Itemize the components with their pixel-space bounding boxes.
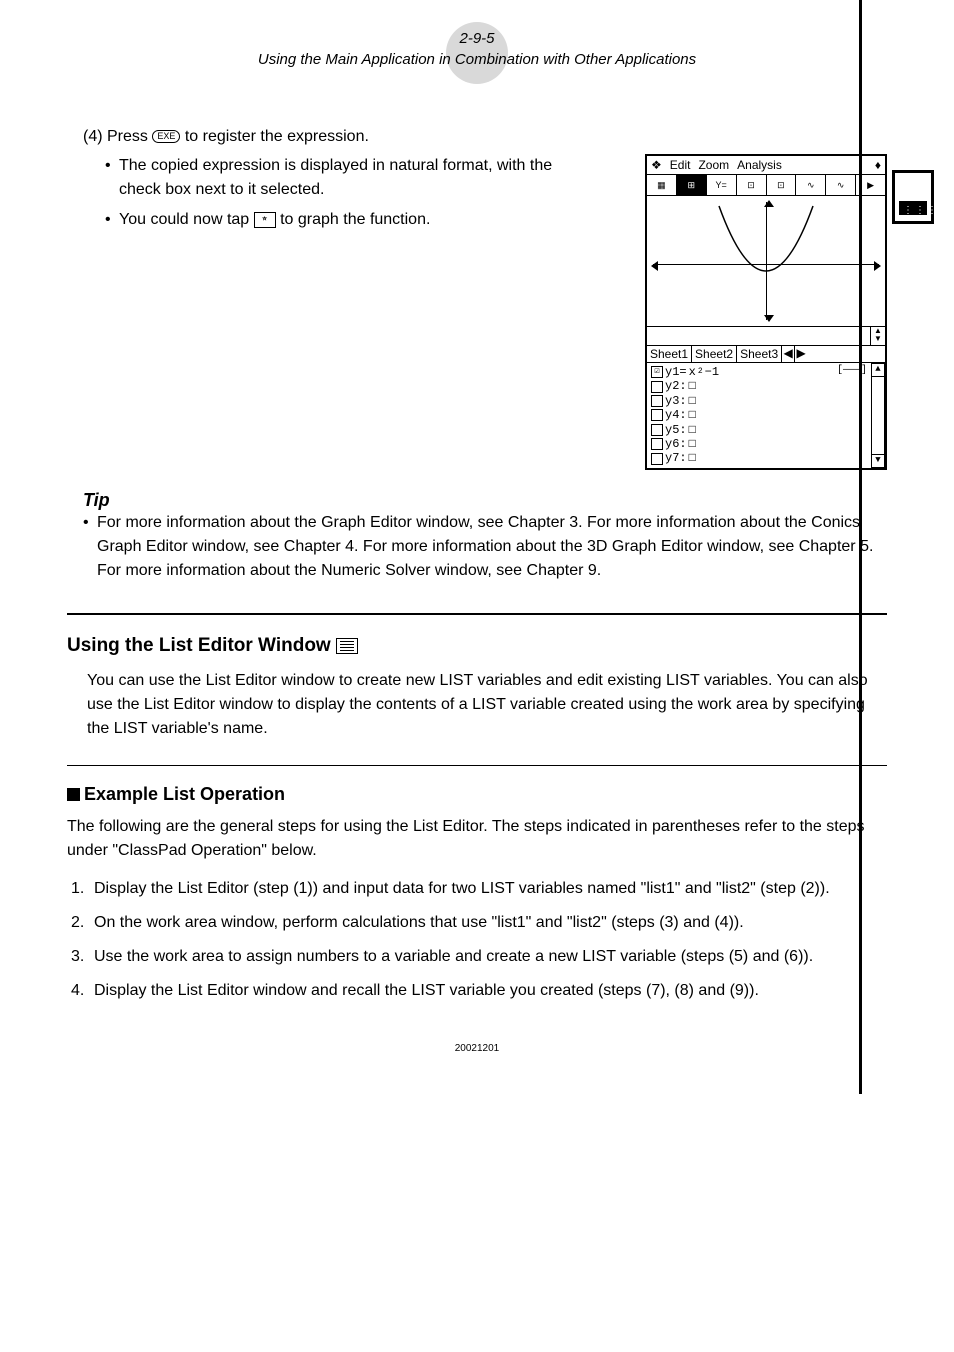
- tab-next-icon[interactable]: ▶: [795, 346, 807, 362]
- toolbar-btn-3[interactable]: Y=: [707, 175, 737, 195]
- exe-key-icon: EXE: [152, 130, 180, 143]
- toolbar-scroll-icon[interactable]: ▶: [856, 175, 885, 195]
- graph-button-icon: [254, 212, 276, 228]
- equation-list: ▲ ▼ [———] ☑ y1=x2−1 y2: □ y3: □ y4: □ y5…: [647, 363, 885, 468]
- input-field[interactable]: [647, 327, 871, 345]
- graph-area[interactable]: [647, 196, 885, 327]
- checkbox-icon[interactable]: [651, 453, 663, 465]
- tip-body: For more information about the Graph Edi…: [83, 511, 887, 583]
- toolbar-btn-1[interactable]: ▦: [647, 175, 677, 195]
- step-4-bullet-1: The copied expression is displayed in na…: [105, 154, 579, 202]
- line-style-icon[interactable]: [———]: [837, 365, 867, 377]
- eq-row-y4[interactable]: y4: □: [651, 408, 881, 422]
- scroll-up-icon[interactable]: ▲: [871, 363, 885, 377]
- toolbar-btn-4[interactable]: ⊡: [737, 175, 767, 195]
- toolbar-btn-7[interactable]: ∿: [826, 175, 856, 195]
- scroll-down-icon[interactable]: ▼: [871, 454, 885, 468]
- footer-code: 20021201: [67, 1043, 887, 1054]
- tab-sheet1[interactable]: Sheet1: [647, 346, 692, 362]
- tab-prev-icon[interactable]: ◀: [782, 346, 795, 362]
- menu-analysis[interactable]: Analysis: [737, 158, 782, 172]
- example-heading: Example List Operation: [67, 784, 887, 805]
- menu-edit[interactable]: Edit: [670, 158, 691, 172]
- example-steps: 1.Display the List Editor (step (1)) and…: [67, 877, 887, 1003]
- checkbox-icon[interactable]: [651, 381, 663, 393]
- square-bullet-icon: [67, 788, 80, 801]
- example-step-2: 2.On the work area window, perform calcu…: [89, 911, 887, 935]
- input-row: ▲▼: [647, 327, 885, 346]
- toolbar-btn-2[interactable]: ⊞: [677, 175, 707, 195]
- menu-more-icon[interactable]: ♦: [875, 158, 881, 172]
- scrollbar[interactable]: [871, 376, 885, 455]
- eq-row-y2[interactable]: y2: □: [651, 379, 881, 393]
- toolbar: ▦ ⊞ Y= ⊡ ⊡ ∿ ∿ ▶: [647, 175, 885, 196]
- menubar: ❖ Edit Zoom Analysis ♦: [647, 156, 885, 175]
- eq-row-y5[interactable]: y5: □: [651, 423, 881, 437]
- example-step-4: 4.Display the List Editor window and rec…: [89, 979, 887, 1003]
- checkbox-checked-icon[interactable]: ☑: [651, 366, 663, 378]
- toolbar-btn-5[interactable]: ⊡: [767, 175, 797, 195]
- tip-heading: Tip: [83, 490, 887, 511]
- step-4-bullet-2: You could now tap to graph the function.: [105, 208, 579, 232]
- checkbox-icon[interactable]: [651, 424, 663, 436]
- toolbar-btn-6[interactable]: ∿: [796, 175, 826, 195]
- menu-zoom[interactable]: Zoom: [698, 158, 729, 172]
- checkbox-icon[interactable]: [651, 395, 663, 407]
- sheet-tabs: Sheet1 Sheet2 Sheet3 ◀ ▶: [647, 346, 885, 363]
- page-subtitle: Using the Main Application in Combinatio…: [47, 51, 907, 68]
- list-editor-icon: [336, 638, 358, 654]
- checkbox-icon[interactable]: [651, 438, 663, 450]
- page-number: 2-9-5: [47, 30, 907, 47]
- eq-row-y6[interactable]: y6: □: [651, 437, 881, 451]
- list-editor-heading: Using the List Editor Window: [67, 635, 887, 657]
- tab-sheet3[interactable]: Sheet3: [737, 346, 782, 362]
- eq-row-y3[interactable]: y3: □: [651, 394, 881, 408]
- apps-menu-icon[interactable]: ❖: [651, 158, 662, 172]
- spinner-icon[interactable]: ▲▼: [871, 327, 885, 345]
- list-editor-body: You can use the List Editor window to cr…: [87, 669, 887, 741]
- example-intro: The following are the general steps for …: [67, 815, 887, 863]
- step-4: (4) Press EXE to register the expression…: [83, 128, 887, 146]
- page-header: 2-9-5 Using the Main Application in Comb…: [47, 30, 907, 68]
- tab-sheet2[interactable]: Sheet2: [692, 346, 737, 362]
- example-step-3: 3.Use the work area to assign numbers to…: [89, 945, 887, 969]
- checkbox-icon[interactable]: [651, 409, 663, 421]
- eq-row-y7[interactable]: y7: □: [651, 451, 881, 465]
- graph-editor-screenshot: ❖ Edit Zoom Analysis ♦ ▦ ⊞ Y= ⊡ ⊡ ∿ ∿ ▶: [645, 154, 887, 470]
- example-step-1: 1.Display the List Editor (step (1)) and…: [89, 877, 887, 901]
